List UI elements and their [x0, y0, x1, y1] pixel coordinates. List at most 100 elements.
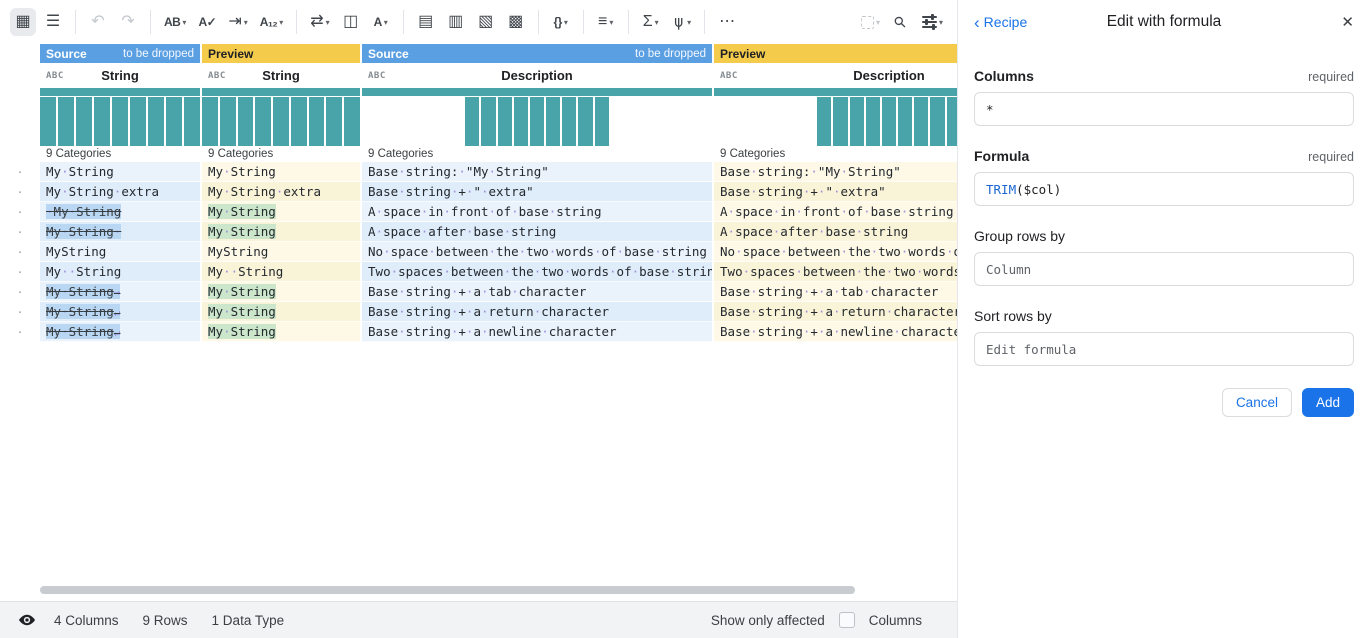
cell-row[interactable]: No·space·between·the·two·words·of·base·s… — [714, 242, 957, 262]
cell-row[interactable]: My·String↵ — [40, 302, 200, 322]
cell-row[interactable]: Two·spaces·between·the·two·words·of·base… — [362, 262, 712, 282]
aggregate-button[interactable]: Σ▾ — [638, 8, 664, 36]
cell-row[interactable]: My·String — [202, 222, 360, 242]
cell-row[interactable]: My·String — [202, 302, 360, 322]
cell-value: My·String — [46, 164, 114, 179]
split-column-button[interactable]: ⇄▾ — [306, 8, 333, 36]
row-handle[interactable]: · — [0, 302, 40, 322]
table-add-columns-button[interactable]: ▧ — [473, 8, 499, 36]
cell-value: My·String — [208, 224, 276, 239]
string-type-icon: ABC — [720, 71, 738, 81]
close-icon[interactable]: ✕ — [1341, 13, 1354, 31]
row-view-button[interactable]: ☰ — [40, 8, 66, 36]
cell-row[interactable]: Base·string·+·a·newline·character — [714, 322, 957, 342]
column-header[interactable]: ABCDescription — [362, 63, 712, 88]
row-handle[interactable]: · — [0, 222, 40, 242]
cell-value: MyString — [208, 244, 268, 259]
cell-row[interactable]: Base·string·+·"·extra" — [714, 182, 957, 202]
show-only-affected-checkbox[interactable] — [839, 612, 855, 628]
histogram-bar — [514, 97, 528, 146]
cell-row[interactable]: Base·string·+·a·tab·character — [362, 282, 712, 302]
cell-row[interactable]: MyString — [202, 242, 360, 262]
row-handle[interactable]: · — [0, 282, 40, 302]
validate-values-button[interactable]: A✓ — [194, 8, 220, 36]
group-rows-by-placeholder: Column — [986, 262, 1031, 277]
row-handle[interactable]: · — [0, 242, 40, 262]
cell-row[interactable]: A·space·in·front·of·base·string — [714, 202, 957, 222]
cell-value: Base·string·+·"·extra" — [720, 184, 886, 199]
histogram-bar — [273, 97, 289, 146]
cell-selection-button[interactable]: ▾ — [857, 8, 884, 36]
move-column-button[interactable]: ⇥▾ — [224, 8, 251, 36]
formula-input[interactable]: TRIM($col) — [974, 172, 1354, 206]
merge-columns-button[interactable]: ◫ — [338, 8, 364, 36]
row-handle[interactable]: · — [0, 262, 40, 282]
row-handle[interactable]: · — [0, 162, 40, 182]
row-handle[interactable]: · — [0, 322, 40, 342]
horizontal-scrollbar[interactable] — [40, 586, 855, 594]
cell-row[interactable]: My·String·extra — [40, 182, 200, 202]
convert-type-button[interactable]: AB▾ — [160, 8, 190, 36]
redo-button[interactable]: ↷ — [115, 8, 141, 36]
fill-bar — [714, 88, 957, 96]
cell-row[interactable]: My·String→ — [40, 282, 200, 302]
column-header[interactable]: ABCDescription — [714, 63, 957, 88]
columns-input[interactable]: * — [974, 92, 1354, 126]
column-header[interactable]: ABCString — [202, 63, 360, 88]
cell-row[interactable]: My·String — [202, 282, 360, 302]
cell-row[interactable]: My·String — [202, 162, 360, 182]
cell-row[interactable]: My·String — [40, 162, 200, 182]
text-format-button[interactable]: A▾ — [368, 8, 394, 36]
cell-row[interactable]: Base·string·+·a·newline·character — [362, 322, 712, 342]
cancel-button[interactable]: Cancel — [1222, 388, 1292, 417]
cell-row[interactable]: Base·string·+·a·tab·character — [714, 282, 957, 302]
cell-row[interactable]: ·My·String — [40, 202, 200, 222]
grid-view-button[interactable]: ▦ — [10, 8, 36, 36]
cell-row[interactable]: Base·string:·"My·String" — [362, 162, 712, 182]
row-handle[interactable]: · — [0, 182, 40, 202]
add-button[interactable]: Add — [1302, 388, 1354, 417]
filter-button[interactable]: ≡▾ — [593, 8, 619, 36]
cell-row[interactable]: A·space·after·base·string — [362, 222, 712, 242]
cell-row[interactable]: MyString — [40, 242, 200, 262]
cell-row[interactable]: Two·spaces·between·the·two·words·of·base… — [714, 262, 957, 282]
code-snippet-button[interactable]: {}▾ — [548, 8, 574, 36]
search-data-button[interactable]: ⚲ — [888, 8, 914, 36]
cell-row[interactable]: A·space·in·front·of·base·string — [362, 202, 712, 222]
visibility-icon[interactable] — [18, 611, 36, 629]
cell-row[interactable]: My··String — [40, 262, 200, 282]
eye-icon — [18, 611, 36, 629]
cell-row[interactable]: My·String↵ — [40, 322, 200, 342]
group-by-button[interactable]: ⋔▾ — [668, 8, 695, 36]
cell-row[interactable]: My··String — [202, 262, 360, 282]
cell-row[interactable]: My·String — [202, 202, 360, 222]
sort-rows-by-input[interactable]: Edit formula — [974, 332, 1354, 366]
cell-row[interactable]: No·space·between·the·two·words·of·base·s… — [362, 242, 712, 262]
table-transpose-button[interactable]: ▩ — [503, 8, 529, 36]
row-handle[interactable]: · — [0, 202, 40, 222]
sort-values-button[interactable]: A₁₂▾ — [256, 8, 287, 36]
table-header-row-button[interactable]: ▤ — [413, 8, 439, 36]
more-options-button[interactable]: ⋯ — [714, 8, 740, 36]
cell-value: My·String·extra — [46, 184, 159, 199]
group-rows-by-input[interactable]: Column — [974, 252, 1354, 286]
cell-row[interactable]: My·String· — [40, 222, 200, 242]
view-options-button[interactable]: ▾ — [918, 8, 947, 36]
cell-row[interactable]: My·String·extra — [202, 182, 360, 202]
table-add-rows-button[interactable]: ▥ — [443, 8, 469, 36]
histogram-bar — [40, 97, 56, 146]
cell-row[interactable]: A·space·after·base·string — [714, 222, 957, 242]
cell-row[interactable]: Base·string:·"My·String" — [714, 162, 957, 182]
preview-group-header: Preview — [714, 44, 957, 63]
undo-button[interactable]: ↶ — [85, 8, 111, 36]
cell-row[interactable]: My·String — [202, 322, 360, 342]
cell-row[interactable]: Base·string·+·a·return·character — [714, 302, 957, 322]
cell-row[interactable]: Base·string·+·"·extra" — [362, 182, 712, 202]
string-type-icon: ABC — [46, 71, 64, 81]
status-columns-count: 4 Columns — [54, 613, 119, 628]
cell-value: Base·string·+·a·newline·character — [368, 324, 617, 339]
cell-value: My·String — [208, 324, 276, 339]
column-header[interactable]: ABCString — [40, 63, 200, 88]
cell-row[interactable]: Base·string·+·a·return·character — [362, 302, 712, 322]
cell-value: Base·string·+·a·newline·character — [720, 324, 957, 339]
